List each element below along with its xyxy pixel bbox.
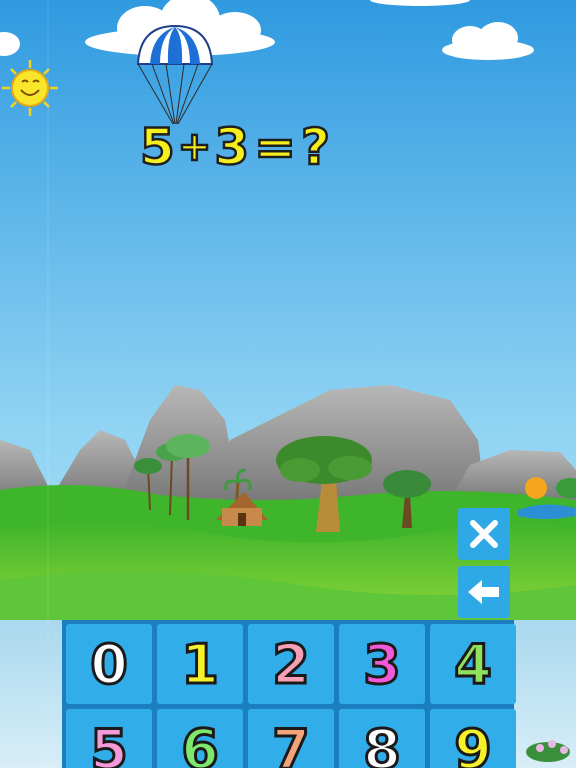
number-key-1[interactable]: 1 bbox=[157, 624, 243, 704]
clear-button[interactable] bbox=[458, 508, 510, 560]
number-key-3[interactable]: 3 bbox=[339, 624, 425, 704]
unknown-answer: ? bbox=[300, 117, 332, 178]
number-key-5[interactable]: 5 bbox=[66, 709, 152, 768]
equation: 5 + 3 = ? bbox=[139, 112, 340, 182]
close-icon bbox=[470, 520, 498, 548]
number-key-2[interactable]: 2 bbox=[248, 624, 334, 704]
number-key-4[interactable]: 4 bbox=[430, 624, 516, 704]
number-key-0[interactable]: 0 bbox=[66, 624, 152, 704]
number-keypad: 01234 56789 bbox=[62, 620, 516, 768]
operator: + bbox=[177, 123, 213, 172]
backspace-button[interactable] bbox=[458, 566, 510, 618]
number-key-7[interactable]: 7 bbox=[248, 709, 334, 768]
operand-b: 3 bbox=[213, 117, 251, 178]
operand-a: 5 bbox=[139, 117, 176, 178]
distant-sun bbox=[525, 477, 547, 499]
number-key-8[interactable]: 8 bbox=[339, 709, 425, 768]
number-key-9[interactable]: 9 bbox=[430, 709, 516, 768]
number-key-6[interactable]: 6 bbox=[157, 709, 243, 768]
equals-sign: = bbox=[253, 117, 298, 178]
backspace-arrow-icon bbox=[468, 580, 499, 604]
